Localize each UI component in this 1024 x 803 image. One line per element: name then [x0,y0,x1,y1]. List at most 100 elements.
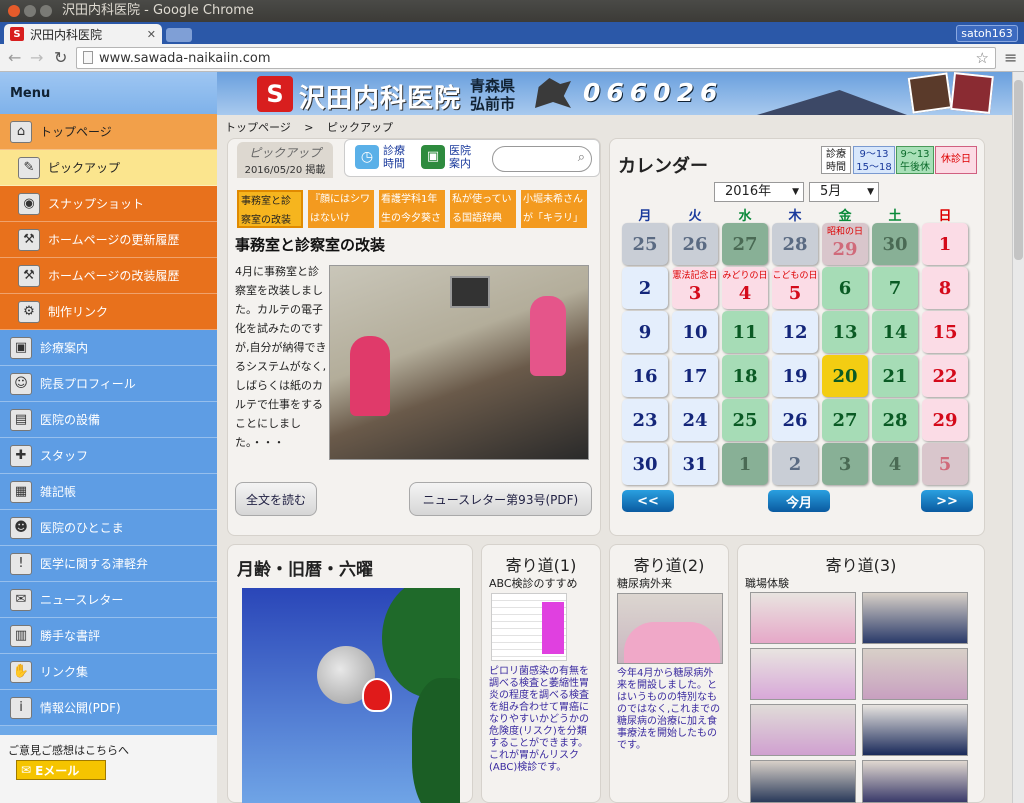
reload-icon[interactable]: ↻ [54,48,67,67]
page-scrollbar[interactable] [1012,72,1024,803]
sidebar-item-17[interactable]: i 情報公開(PDF) [0,690,217,726]
calendar-day[interactable]: 22 [922,355,968,397]
minimize-icon[interactable] [24,5,36,17]
calendar-day[interactable]: 31 [672,443,718,485]
close-icon[interactable] [8,5,20,17]
calendar-day[interactable]: こどもの日 5 [772,267,818,309]
calendar-day[interactable]: 26 [772,399,818,441]
calendar-day[interactable]: 27 [722,223,768,265]
sidebar-item-5[interactable]: ⚒ ホームページの改装履歴 [0,258,217,294]
sidebar-item-3[interactable]: ◉ スナップショット [0,186,217,222]
pickup-tab-5[interactable]: 小堀未希さんが「キラリ」放 [521,190,587,228]
calendar-day[interactable]: 18 [722,355,768,397]
calendar-day[interactable]: 20 [822,355,868,397]
pickup-tab-1[interactable]: 事務室と診察室の改装 [237,190,303,228]
pickup-tab-4[interactable]: 私が使っている国語辞典 [450,190,516,228]
sidebar-item-10[interactable]: ✚ スタッフ [0,438,217,474]
year-select[interactable]: 2016年 ▼ [714,182,804,202]
calendar-day[interactable]: 17 [672,355,718,397]
sidebar-item-6[interactable]: ⚙ 制作リンク [0,294,217,330]
calendar-day[interactable]: 9 [622,311,668,353]
calendar-day[interactable]: 3 [822,443,868,485]
sidebar-item-4[interactable]: ⚒ ホームページの更新履歴 [0,222,217,258]
calendar-day[interactable]: 28 [772,223,818,265]
calendar-day-number: 26 [682,233,708,255]
calendar-day[interactable]: 憲法記念日 3 [672,267,718,309]
workplace-photo-1 [750,592,856,644]
search-icon[interactable]: ⌕ [578,150,585,165]
calendar-day[interactable]: 12 [772,311,818,353]
calendar-day[interactable]: 2 [772,443,818,485]
sidebar-item-7[interactable]: ▣ 診療案内 [0,330,217,366]
calendar-day[interactable]: 6 [822,267,868,309]
calendar-day[interactable]: 21 [872,355,918,397]
tab-close-icon[interactable]: ✕ [147,28,156,41]
car-icon[interactable]: ▣ [421,145,445,169]
calendar-day[interactable]: 27 [822,399,868,441]
calendar-day[interactable]: 1 [722,443,768,485]
sidebar-item-9[interactable]: ▤ 医院の設備 [0,402,217,438]
calendar-day[interactable]: 19 [772,355,818,397]
bookmark-star-icon[interactable]: ☆ [976,49,989,67]
calendar-day[interactable]: 1 [922,223,968,265]
month-select[interactable]: 5月 ▼ [809,182,879,202]
calendar-day[interactable]: 30 [872,223,918,265]
sidebar-item-1[interactable]: ⌂ トップページ [0,114,217,150]
calendar-day[interactable]: 7 [872,267,918,309]
pickup-tab-3[interactable]: 看護学科1年生の今夕葵さ [379,190,445,228]
hammer-icon: ⚒ [18,228,40,251]
calendar-day[interactable]: 28 [872,399,918,441]
calendar-day[interactable]: 10 [672,311,718,353]
email-button[interactable]: ✉ Eメール [16,760,106,780]
breadcrumb-home[interactable]: トップページ [225,121,291,134]
calendar-day[interactable]: 26 [672,223,718,265]
calendar-day[interactable]: 5 [922,443,968,485]
calendar-day[interactable]: 4 [872,443,918,485]
sidebar-item-2[interactable]: ✎ ピックアップ [0,150,217,186]
forward-icon[interactable]: → [30,48,43,67]
newsletter-pdf-button[interactable]: ニュースレター第93号(PDF) [409,482,592,516]
browser-tab[interactable]: S 沢田内科医院 ✕ [4,24,162,44]
sidebar-item-8[interactable]: ☺ 院長プロフィール [0,366,217,402]
calendar-day[interactable]: 25 [622,223,668,265]
calendar-day[interactable]: みどりの日 4 [722,267,768,309]
calendar-day[interactable]: 14 [872,311,918,353]
clock-icon[interactable]: ◷ [355,145,379,169]
profile-badge[interactable]: satoh163 [956,25,1018,42]
address-bar[interactable]: www.sawada-naikaiin.com ☆ [76,47,996,69]
sidebar-item-14[interactable]: ✉ ニュースレター [0,582,217,618]
search-input[interactable]: ⌕ [492,146,592,172]
read-more-button[interactable]: 全文を読む [235,482,317,516]
nav-hours-link[interactable]: 診療 時間 [383,144,415,170]
this-month-button[interactable]: 今月 [768,490,830,512]
sidebar-item-13[interactable]: ! 医学に関する津軽弁 [0,546,217,582]
calendar-day[interactable]: 29 [922,399,968,441]
calendar-day[interactable]: 2 [622,267,668,309]
calendar-day[interactable]: 13 [822,311,868,353]
calendar-day[interactable]: 8 [922,267,968,309]
prev-month-button[interactable]: << [622,490,674,512]
next-month-button[interactable]: >> [921,490,973,512]
menu-icon[interactable]: ≡ [1004,48,1017,67]
back-icon[interactable]: ← [8,48,21,67]
maximize-icon[interactable] [40,5,52,17]
new-tab-button[interactable] [166,28,192,42]
calendar-day[interactable]: 11 [722,311,768,353]
calendar-day[interactable]: 25 [722,399,768,441]
pickup-tab-2[interactable]: 『顔にはシワはないけ [308,190,374,228]
calendar-day[interactable]: 昭和の日 29 [822,223,868,265]
calendar-day[interactable]: 30 [622,443,668,485]
sidebar-item-11[interactable]: ▦ 雑記帳 [0,474,217,510]
calendar-day[interactable]: 23 [622,399,668,441]
calendar-day[interactable]: 24 [672,399,718,441]
nav-guide-link[interactable]: 医院 案内 [449,144,481,170]
scrollbar-thumb[interactable] [1014,80,1023,260]
sidebar-item-label: ピックアップ [48,161,121,175]
sidebar-item-12[interactable]: ☻ 医院のひとこま [0,510,217,546]
calendar-day[interactable]: 16 [622,355,668,397]
sidebar-item-16[interactable]: ✋ リンク集 [0,654,217,690]
mail-icon: ✉ [21,763,32,777]
sidebar-item-15[interactable]: ▥ 勝手な書評 [0,618,217,654]
calendar-day[interactable]: 15 [922,311,968,353]
photo-person-2 [530,296,566,376]
